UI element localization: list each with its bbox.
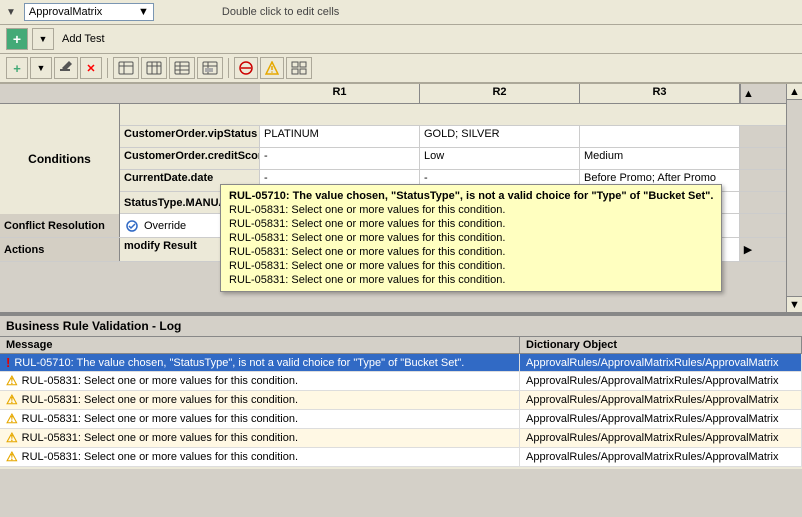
row2-scroll (740, 170, 756, 191)
tooltip-line-5: RUL-05831: Select one or more values for… (229, 259, 713, 273)
section-conflict: Conflict Resolution (0, 214, 120, 237)
separator1 (107, 58, 108, 78)
row-section-spacer (0, 192, 120, 213)
row-section-spacer (0, 170, 120, 191)
tb-edit-icon[interactable] (54, 57, 78, 79)
row0-scroll (740, 126, 756, 147)
tooltip-line-0: RUL-05710: The value chosen, "StatusType… (229, 189, 713, 203)
tb-delete-icon[interactable]: ✕ (80, 57, 102, 79)
tooltip-line-6: RUL-05831: Select one or more values for… (229, 273, 713, 287)
section-actions: Actions (0, 238, 120, 261)
tooltip-popup: RUL-05710: The value chosen, "StatusType… (220, 184, 722, 292)
vt-row-1-msg: ⚠ RUL-05831: Select one or more values f… (0, 372, 520, 390)
vt-row-0[interactable]: ! RUL-05710: The value chosen, "StatusTy… (0, 354, 802, 372)
separator2 (228, 58, 229, 78)
vt-header: Message Dictionary Object (0, 337, 802, 354)
tb-table3-icon[interactable] (169, 57, 195, 79)
gh-r2: R2 (420, 84, 580, 103)
warn-icon-3: ⚠ (6, 411, 18, 427)
table-row: CustomerOrder.vipStatus PLATINUM GOLD; S… (0, 126, 802, 148)
row-section-spacer (0, 148, 120, 169)
section-conditions: Conditions (0, 104, 120, 125)
vt-row-4-msg: ⚠ RUL-05831: Select one or more values f… (0, 429, 520, 447)
row1-r1[interactable]: - (260, 148, 420, 169)
vt-row-2-dict: ApprovalRules/ApprovalMatrixRules/Approv… (520, 391, 802, 409)
vt-body: ! RUL-05710: The value chosen, "StatusTy… (0, 354, 802, 469)
row1-r3[interactable]: Medium (580, 148, 740, 169)
vt-row-1[interactable]: ⚠ RUL-05831: Select one or more values f… (0, 372, 802, 391)
warn-icon-4: ⚠ (6, 430, 18, 446)
validation-title: Business Rule Validation - Log (0, 316, 802, 337)
right-scrollbar[interactable]: ▲ ▼ (786, 84, 802, 312)
override-icon (124, 219, 140, 233)
add-test-label: Add Test (62, 33, 105, 45)
vt-row-3[interactable]: ⚠ RUL-05831: Select one or more values f… (0, 410, 802, 429)
gh-r3: R3 (580, 84, 740, 103)
vt-row-5-msg: ⚠ RUL-05831: Select one or more values f… (0, 448, 520, 466)
vt-row-2[interactable]: ⚠ RUL-05831: Select one or more values f… (0, 391, 802, 410)
error-icon-0: ! (6, 355, 10, 370)
vth-message: Message (0, 337, 520, 353)
vt-row-2-msg: ⚠ RUL-05831: Select one or more values f… (0, 391, 520, 409)
tb-table4-icon[interactable] (197, 57, 223, 79)
vt-row-4[interactable]: ⚠ RUL-05831: Select one or more values f… (0, 429, 802, 448)
add-button[interactable]: + (6, 28, 28, 50)
sb-down-arrow[interactable]: ▼ (787, 296, 802, 312)
title-hint: Double click to edit cells (222, 6, 339, 18)
tooltip-line-4: RUL-05831: Select one or more values for… (229, 245, 713, 259)
vt-row-3-msg: ⚠ RUL-05831: Select one or more values f… (0, 410, 520, 428)
vscrollbar-top-arrow[interactable]: ▲ (740, 84, 756, 103)
tooltip-line-3: RUL-05831: Select one or more values for… (229, 231, 713, 245)
dropdown-value: ApprovalMatrix (29, 6, 102, 18)
row1-r2[interactable]: Low (420, 148, 580, 169)
dropdown-arrow[interactable]: ▼ (138, 6, 149, 18)
tooltip-line-2: RUL-05831: Select one or more values for… (229, 217, 713, 231)
warn-icon-2: ⚠ (6, 392, 18, 408)
vt-row-0-msg: ! RUL-05710: The value chosen, "StatusTy… (0, 354, 520, 371)
validation-table: Message Dictionary Object ! RUL-05710: T… (0, 337, 802, 469)
sb-track (787, 100, 802, 296)
toolbar1: + ▼ Add Test (0, 25, 802, 54)
vt-row-5[interactable]: ⚠ RUL-05831: Select one or more values f… (0, 448, 802, 467)
tb-grid-icon[interactable] (286, 57, 312, 79)
row3-scroll (740, 192, 756, 213)
warn-icon-5: ⚠ (6, 449, 18, 465)
row-section-spacer (0, 126, 120, 147)
gh-empty (0, 84, 260, 103)
tooltip-line-1: RUL-05831: Select one or more values for… (229, 203, 713, 217)
row3-label-text: StatusType.MANUAL (124, 197, 233, 209)
main-grid-area: R1 R2 R3 ▲ Conditions CustomerOrder.vipS… (0, 84, 802, 314)
tb-arrow-icon[interactable]: ▼ (30, 57, 52, 79)
title-dropdown[interactable]: ApprovalMatrix ▼ (24, 3, 154, 21)
sb-up-arrow[interactable]: ▲ (787, 84, 802, 100)
tb-add-icon[interactable]: + (6, 57, 28, 79)
vt-row-3-dict: ApprovalRules/ApprovalMatrixRules/Approv… (520, 410, 802, 428)
warn-icon-1: ⚠ (6, 373, 18, 389)
row1-scroll (740, 148, 756, 169)
vt-row-5-dict: ApprovalRules/ApprovalMatrixRules/Approv… (520, 448, 802, 466)
conflict-label: Override (144, 220, 186, 232)
tb-table1-icon[interactable] (113, 57, 139, 79)
tb-table2-icon[interactable] (141, 57, 167, 79)
vt-row-4-dict: ApprovalRules/ApprovalMatrixRules/Approv… (520, 429, 802, 447)
vth-dict: Dictionary Object (520, 337, 802, 353)
title-bar: ▼ ApprovalMatrix ▼ Double click to edit … (0, 0, 802, 25)
tb-warning-icon[interactable] (260, 57, 284, 79)
vt-row-1-dict: ApprovalRules/ApprovalMatrixRules/Approv… (520, 372, 802, 390)
dropdown-add[interactable]: ▼ (32, 28, 54, 50)
actions-scroll-arrow[interactable]: ▶ (740, 238, 756, 261)
validation-section: Business Rule Validation - Log Message D… (0, 314, 802, 469)
gh-r1: R1 (260, 84, 420, 103)
row1-label[interactable]: CustomerOrder.creditScore (120, 148, 260, 169)
row0-r2[interactable]: GOLD; SILVER (420, 126, 580, 147)
table-row: CustomerOrder.creditScore - Low Medium (0, 148, 802, 170)
row0-r1[interactable]: PLATINUM (260, 126, 420, 147)
vt-row-0-dict: ApprovalRules/ApprovalMatrixRules/Approv… (520, 354, 802, 371)
toolbar2: + ▼ ✕ (0, 54, 802, 84)
row0-r3[interactable] (580, 126, 740, 147)
conflict-scroll (740, 214, 756, 237)
collapse-icon[interactable]: ▼ (6, 7, 16, 18)
tb-block-icon[interactable] (234, 57, 258, 79)
row0-label[interactable]: CustomerOrder.vipStatus (120, 126, 260, 147)
